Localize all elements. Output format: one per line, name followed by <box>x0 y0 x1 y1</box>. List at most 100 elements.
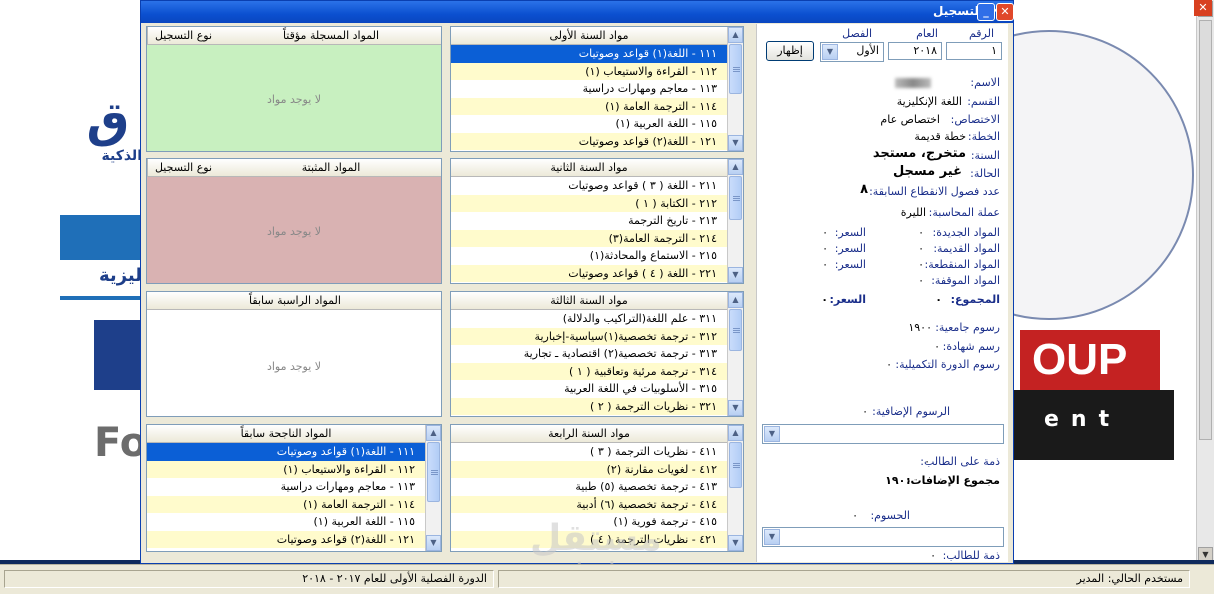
temp-registered-panel[interactable]: نوع التسجيل المواد المسجلة مؤقتاً لا يوج… <box>146 26 442 152</box>
scroll-down-icon[interactable]: ▼ <box>728 135 743 151</box>
list-item[interactable]: ٢١٣ - تاريخ الترجمة <box>451 212 727 230</box>
scroll-thumb[interactable] <box>1199 20 1212 440</box>
complement-fees-value: ٠ <box>886 358 892 371</box>
year4-header[interactable]: مواد السنة الرابعة <box>451 425 727 443</box>
vertical-scrollbar[interactable]: ▲ ▼ <box>727 292 743 416</box>
number-input[interactable]: ١ <box>946 42 1002 60</box>
col-registration-type[interactable]: نوع التسجيل <box>147 159 219 177</box>
held-subjects-count: ٠ <box>918 274 924 287</box>
term-select[interactable]: ▼ الأول <box>820 42 884 62</box>
list-item[interactable]: ٣١٥ - الأسلوبيات في اللغة العربية <box>451 380 727 398</box>
vertical-scrollbar[interactable]: ▲ ▼ <box>425 425 441 551</box>
scroll-up-icon[interactable]: ▲ <box>728 159 743 175</box>
new-price-value: ٠ <box>822 226 828 239</box>
year-input[interactable]: ٢٠١٨ <box>888 42 942 60</box>
list-item[interactable]: ١١٥ - اللغة العربية (١) <box>147 513 425 531</box>
background-scrollbar[interactable]: ▲ ▼ <box>1196 0 1214 564</box>
list-item[interactable]: ١١٣ - معاجم ومهارات دراسية <box>147 478 425 496</box>
list-item[interactable]: ١١٢ - القراءة والاستيعاب (١) <box>147 460 425 478</box>
scroll-up-icon[interactable]: ▲ <box>728 292 743 308</box>
list-item[interactable]: ١٢١ - اللغة(٢) قواعد وصوتيات <box>147 530 425 548</box>
year2-panel[interactable]: مواد السنة الثانية ٢١١ - اللغة ( ٣ ) قوا… <box>450 158 744 284</box>
chevron-down-icon[interactable]: ▼ <box>764 529 780 545</box>
list-item[interactable]: ٢٢١ - اللغة ( ٤ ) قواعد وصوتيات <box>451 264 727 282</box>
vertical-scrollbar[interactable]: ▲ ▼ <box>727 159 743 283</box>
background-logo-text: الذكية <box>101 148 143 164</box>
list-item[interactable]: ٢١٥ - الاستماع والمحادثة(١) <box>451 247 727 265</box>
prev-failed-panel[interactable]: المواد الراسبة سابقاً لا يوجد مواد <box>146 291 442 417</box>
list-item[interactable]: ٤١١ - نظريات الترجمة ( ٣ ) <box>451 443 727 461</box>
old-subjects-count: ٠ <box>918 242 924 255</box>
watermark-logo: مستقل <box>530 518 662 559</box>
scroll-down-icon[interactable]: ▼ <box>728 400 743 416</box>
list-item[interactable]: ٤١٢ - لغويات مقارنة (٢) <box>451 460 727 478</box>
background-block <box>94 320 142 390</box>
background-close-icon[interactable]: ✕ <box>1194 0 1212 16</box>
vertical-scrollbar[interactable]: ▲ ▼ <box>727 425 743 551</box>
background-brand-word: ent <box>1014 390 1174 460</box>
list-item[interactable]: ٣١١ - علم اللغة(التراكيب والدلالة) <box>451 310 727 328</box>
show-button[interactable]: إظهار <box>766 41 814 61</box>
list-item[interactable]: ١١٤ - الترجمة العامة (١) <box>147 495 425 513</box>
col-registration-type[interactable]: نوع التسجيل <box>147 27 219 45</box>
for-student-label: ذمة للطالب: <box>942 549 1000 562</box>
background-letters: Fo <box>94 420 148 466</box>
discounts-select[interactable]: ▼ <box>762 527 1004 547</box>
list-item[interactable]: ٣١٢ - ترجمة تخصصية(١)سياسية-إخبارية <box>451 327 727 345</box>
chevron-down-icon[interactable]: ▼ <box>822 44 838 60</box>
scroll-down-icon[interactable]: ▼ <box>728 535 743 551</box>
list-item[interactable]: ١١٣ - معاجم ومهارات دراسية <box>451 80 727 98</box>
old-subjects-label: المواد القديمة: <box>933 242 1000 255</box>
cut-price-value: ٠ <box>822 258 828 271</box>
extra-fees-select[interactable]: ▼ <box>762 424 1004 444</box>
cut-price-label: السعر: <box>834 258 866 271</box>
background-divider <box>60 296 142 300</box>
list-item[interactable]: ٣١٣ - ترجمة تخصصية(٢) اقتصادية ـ تجارية <box>451 345 727 363</box>
discounts-label: الحسوم: <box>870 509 910 522</box>
scroll-down-icon[interactable]: ▼ <box>426 535 441 551</box>
scroll-thumb[interactable] <box>729 309 742 351</box>
scroll-up-icon[interactable]: ▲ <box>426 425 441 441</box>
prev-failed-header[interactable]: المواد الراسبة سابقاً <box>147 292 441 310</box>
new-price-label: السعر: <box>834 226 866 239</box>
list-item[interactable]: ١١٤ - الترجمة العامة (١) <box>451 97 727 115</box>
list-item[interactable]: ١١٢ - القراءة والاستيعاب (١) <box>451 62 727 80</box>
year1-header[interactable]: مواد السنة الأولى <box>451 27 727 45</box>
list-item[interactable]: ٢١١ - اللغة ( ٣ ) قواعد وصوتيات <box>451 177 727 195</box>
list-item[interactable]: ٢١٤ - الترجمة العامة(٣) <box>451 229 727 247</box>
list-item[interactable]: ١١١ - اللغة(١) قواعد وصوتيات <box>147 443 425 461</box>
new-subjects-label: المواد الجديدة: <box>932 226 1001 239</box>
list-item[interactable]: ٤١٣ - ترجمة تخصصية (٥) طبية <box>451 478 727 496</box>
list-item[interactable]: ١١٥ - اللغة العربية (١) <box>451 115 727 133</box>
list-item[interactable]: ٣١٤ - ترجمة مرئية وتعاقبية ( ١ ) <box>451 362 727 380</box>
year3-panel[interactable]: مواد السنة الثالثة ٣١١ - علم اللغة(الترا… <box>450 291 744 417</box>
title-bar[interactable]: ❖ التسجيل _ ✕ <box>141 1 1014 23</box>
scroll-thumb[interactable] <box>729 176 742 220</box>
vertical-scrollbar[interactable]: ▲ ▼ <box>727 27 743 151</box>
year1-panel[interactable]: مواد السنة الأولى ١١١ - اللغة(١) قواعد و… <box>450 26 744 152</box>
scroll-thumb[interactable] <box>427 442 440 502</box>
list-item[interactable]: ١٢١ - اللغة(٢) قواعد وصوتيات <box>451 132 727 150</box>
prev-passed-header[interactable]: المواد الناجحة سابقاً <box>147 425 425 443</box>
chevron-down-icon[interactable]: ▼ <box>764 426 780 442</box>
scroll-thumb[interactable] <box>729 442 742 488</box>
scroll-up-icon[interactable]: ▲ <box>728 27 743 43</box>
year2-header[interactable]: مواد السنة الثانية <box>451 159 727 177</box>
col-frozen-subjects[interactable]: المواد المثبتة <box>219 159 441 177</box>
scroll-up-icon[interactable]: ▲ <box>728 425 743 441</box>
year3-header[interactable]: مواد السنة الثالثة <box>451 292 727 310</box>
list-item[interactable]: ٤١٤ - ترجمة تخصصية (٦) أدبية <box>451 495 727 513</box>
scroll-thumb[interactable] <box>729 44 742 94</box>
col-temp-subjects[interactable]: المواد المسجلة مؤقتاً <box>219 27 441 45</box>
prev-terms-label: عدد فصول الانقطاع السابقة: <box>869 185 1000 198</box>
list-item[interactable]: ١١١ - اللغة(١) قواعد وصوتيات <box>451 45 727 63</box>
minimize-icon[interactable]: _ <box>977 3 995 21</box>
prev-passed-panel[interactable]: المواد الناجحة سابقاً ١١١ - اللغة(١) قوا… <box>146 424 442 552</box>
year-label: العام <box>916 27 938 40</box>
scroll-down-icon[interactable]: ▼ <box>728 267 743 283</box>
prev-passed-list: ١١١ - اللغة(١) قواعد وصوتيات ١١٢ - القرا… <box>147 443 425 548</box>
close-icon[interactable]: ✕ <box>996 3 1014 21</box>
list-item[interactable]: ٣٢١ - نظريات الترجمة ( ٢ ) <box>451 397 727 415</box>
frozen-panel[interactable]: نوع التسجيل المواد المثبتة لا يوجد مواد <box>146 158 442 284</box>
list-item[interactable]: ٢١٢ - الكتابة ( ١ ) <box>451 194 727 212</box>
